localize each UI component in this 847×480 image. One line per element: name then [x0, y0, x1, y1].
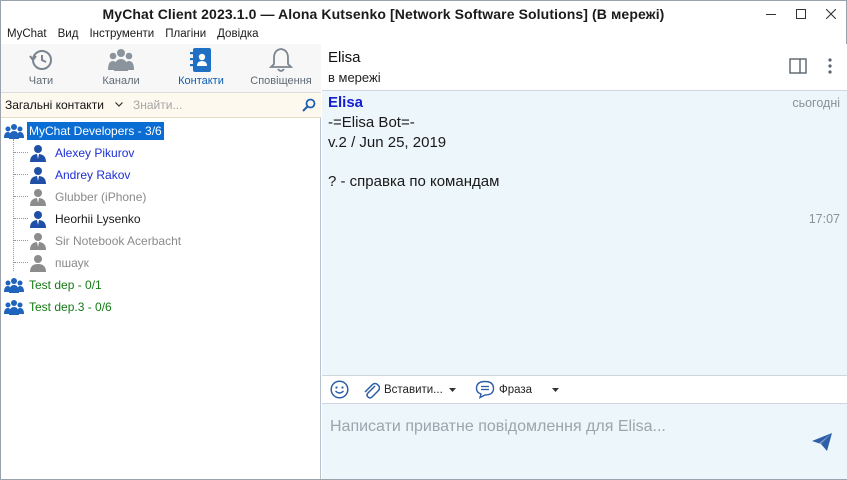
chat-contact-status: в мережі	[328, 70, 381, 85]
insert-menu-button[interactable]: Вставити...	[362, 376, 456, 403]
user-online-icon	[30, 145, 46, 162]
tree-contact[interactable]: Sir Notebook Acerbacht	[1, 231, 321, 251]
message-history: Elisa сьогодні -=Elisa Bot=- v.2 / Jun 2…	[322, 91, 847, 375]
chevron-down-icon[interactable]	[115, 102, 123, 107]
contacts-icon	[190, 48, 211, 72]
phrase-menu-label: Фраза	[499, 383, 533, 396]
user-offline-icon	[30, 233, 46, 250]
message-compose-area[interactable]: Написати приватне повідомлення для Elisa…	[322, 404, 847, 479]
message-text-line: v.2 / Jun 25, 2019	[328, 134, 447, 151]
tree-contact[interactable]: Alexey Pikurov	[1, 143, 321, 163]
group-icon	[4, 300, 24, 315]
tree-group-test-dep[interactable]: Test dep - 0/1	[1, 275, 321, 295]
speech-bubble-icon	[475, 380, 495, 399]
maximize-button[interactable]	[786, 1, 816, 27]
maximize-icon	[796, 9, 806, 19]
tree-contact[interactable]: пшаук	[1, 253, 321, 273]
contacts-tree: MyChat Developers - 3/6 Alexey Pikurov A…	[1, 119, 321, 479]
message-time: 17:07	[808, 212, 840, 226]
more-options-icon[interactable]	[826, 57, 834, 75]
close-button[interactable]	[816, 1, 846, 27]
contacts-filter-dropdown[interactable]: Загальні контакти	[5, 98, 104, 112]
menu-mychat[interactable]: MyChat	[1, 26, 52, 43]
bell-icon	[268, 48, 294, 72]
nav-notifications[interactable]: Сповіщення	[241, 44, 321, 92]
contact-name: Alexey Pikurov	[55, 146, 135, 160]
nav-contacts-label: Контакти	[178, 75, 224, 87]
minimize-button[interactable]	[756, 1, 786, 27]
dropdown-arrow-icon	[448, 387, 456, 392]
dropdown-arrow-icon	[552, 387, 560, 392]
tree-contact[interactable]: Glubber (iPhone)	[1, 187, 321, 207]
tree-group-test-dep3[interactable]: Test dep.3 - 0/6	[1, 297, 321, 317]
user-offline-icon	[30, 189, 46, 206]
menu-bar: MyChat Вид Інструменти Плагіни Довідка	[1, 26, 264, 43]
close-icon	[826, 9, 836, 19]
nav-bar: Чати Канали Контакти Сповіщення	[1, 44, 321, 93]
compose-toolbar: Вставити... Фраза	[322, 375, 847, 404]
user-offline-icon	[30, 255, 46, 272]
group-label: Test dep - 0/1	[29, 278, 102, 292]
chat-contact-name: Elisa	[328, 49, 361, 66]
chat-header: Elisa в мережі	[322, 44, 847, 91]
contact-name: Heorhii Lysenko	[55, 212, 141, 226]
user-online-icon	[30, 167, 46, 184]
tree-contact[interactable]: Heorhii Lysenko	[1, 209, 321, 229]
menu-tools[interactable]: Інструменти	[83, 26, 159, 43]
contact-name: пшаук	[55, 256, 89, 270]
group-icon	[4, 124, 24, 139]
message-text-line: -=Elisa Bot=-	[328, 114, 415, 131]
message-author: Elisa	[328, 94, 364, 111]
tree-contact[interactable]: Andrey Rakov	[1, 165, 321, 185]
history-icon	[29, 50, 52, 70]
search-icon[interactable]	[302, 98, 316, 112]
menu-help[interactable]: Довідка	[211, 26, 263, 43]
message-text-line: ? - справка по командам	[328, 173, 500, 190]
window-controls	[756, 1, 846, 27]
left-panel: Чати Канали Контакти Сповіщення Загальні…	[1, 44, 321, 479]
minimize-icon	[766, 14, 776, 15]
toggle-panel-icon[interactable]	[789, 58, 807, 74]
group-label: Test dep.3 - 0/6	[29, 300, 112, 314]
title-bar: MyChat Client 2023.1.0 — Alona Kutsenko …	[1, 1, 846, 27]
smiley-icon	[330, 380, 349, 399]
contacts-search-bar: Загальні контакти Знайти...	[1, 93, 321, 118]
nav-channels[interactable]: Канали	[81, 44, 161, 92]
nav-chats-label: Чати	[28, 75, 54, 87]
contact-name: Sir Notebook Acerbacht	[55, 234, 182, 248]
nav-channels-label: Канали	[102, 75, 140, 87]
nav-contacts[interactable]: Контакти	[161, 44, 241, 92]
paperclip-icon	[364, 382, 380, 399]
contacts-search-input[interactable]: Знайти...	[133, 98, 182, 112]
chat-panel: Elisa в мережі Elisa сьогодні -=Elisa Bo…	[322, 44, 847, 479]
contact-name: Andrey Rakov	[55, 168, 131, 182]
channels-icon	[108, 49, 134, 71]
user-online-icon	[30, 211, 46, 228]
message-input[interactable]: Написати приватне повідомлення для Elisa…	[330, 418, 666, 436]
tree-group-mychat-developers[interactable]: MyChat Developers - 3/6	[1, 121, 321, 141]
emoji-button[interactable]	[330, 376, 349, 403]
nav-notifications-label: Сповіщення	[250, 75, 312, 87]
contact-name: Glubber (iPhone)	[55, 190, 147, 204]
menu-view[interactable]: Вид	[52, 26, 84, 43]
group-icon	[4, 278, 24, 293]
window-title: MyChat Client 2023.1.0 — Alona Kutsenko …	[102, 6, 665, 22]
message-date-separator: сьогодні	[792, 96, 840, 110]
phrase-menu-button[interactable]: Фраза	[475, 376, 560, 403]
insert-menu-label: Вставити...	[384, 383, 443, 396]
group-label: MyChat Developers - 3/6	[27, 122, 164, 140]
send-icon[interactable]	[811, 432, 833, 452]
menu-plugins[interactable]: Плагіни	[159, 26, 211, 43]
nav-chats[interactable]: Чати	[1, 44, 81, 92]
app-window: MyChat Client 2023.1.0 — Alona Kutsenko …	[0, 0, 847, 480]
